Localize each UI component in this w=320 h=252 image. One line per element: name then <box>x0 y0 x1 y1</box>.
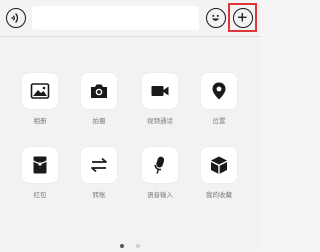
red-envelope-tile[interactable] <box>22 147 58 183</box>
location-icon <box>212 82 226 100</box>
panel-item-camera[interactable]: 拍摄 <box>69 73 129 126</box>
panel-item-album[interactable]: 相册 <box>10 73 70 126</box>
more-functions-panel: 相册 拍摄 视频通话 位置 红包 转账 语音输入 我的收藏 <box>0 37 260 250</box>
favorites-cube-icon <box>211 156 227 174</box>
panel-item-label: 拍摄 <box>92 117 106 125</box>
panel-item-favorites[interactable]: 我的收藏 <box>189 147 249 200</box>
favorites-tile[interactable] <box>201 147 237 183</box>
camera-tile[interactable] <box>81 73 117 109</box>
camera-icon <box>91 84 107 98</box>
panel-item-label: 相册 <box>33 117 47 125</box>
location-tile[interactable] <box>201 73 237 109</box>
panel-item-label: 语音输入 <box>147 191 173 199</box>
panel-item-label: 红包 <box>33 191 47 199</box>
page-dot[interactable] <box>135 244 140 248</box>
page-indicator <box>0 233 260 248</box>
red-envelope-icon <box>33 156 47 174</box>
panel-item-label: 转账 <box>92 191 106 199</box>
panel-item-location[interactable]: 位置 <box>189 73 249 126</box>
chat-input-bar <box>0 0 260 37</box>
panel-item-label: 我的收藏 <box>206 191 232 199</box>
panel-item-label: 视频通话 <box>147 117 173 125</box>
image-icon <box>30 83 50 99</box>
voice-input-tile[interactable] <box>142 147 178 183</box>
highlight-box <box>228 3 257 32</box>
page-dot-active <box>120 244 125 248</box>
panel-item-red-envelope[interactable]: 红包 <box>10 147 70 200</box>
emoji-icon <box>211 14 220 21</box>
voice-input-button[interactable] <box>6 8 26 28</box>
panel-item-transfer[interactable]: 转账 <box>69 147 129 200</box>
album-tile[interactable] <box>22 73 58 109</box>
panel-item-video-call[interactable]: 视频通话 <box>130 73 190 126</box>
video-call-tile[interactable] <box>142 73 178 109</box>
transfer-tile[interactable] <box>81 147 117 183</box>
panel-item-label: 位置 <box>212 117 226 125</box>
panel-item-voice-input[interactable]: 语音输入 <box>130 147 190 200</box>
video-call-icon <box>151 86 169 96</box>
message-input[interactable] <box>32 6 199 30</box>
voice-icon <box>11 13 18 23</box>
transfer-icon <box>91 157 107 173</box>
emoji-button[interactable] <box>206 8 226 28</box>
microphone-icon <box>154 156 165 174</box>
